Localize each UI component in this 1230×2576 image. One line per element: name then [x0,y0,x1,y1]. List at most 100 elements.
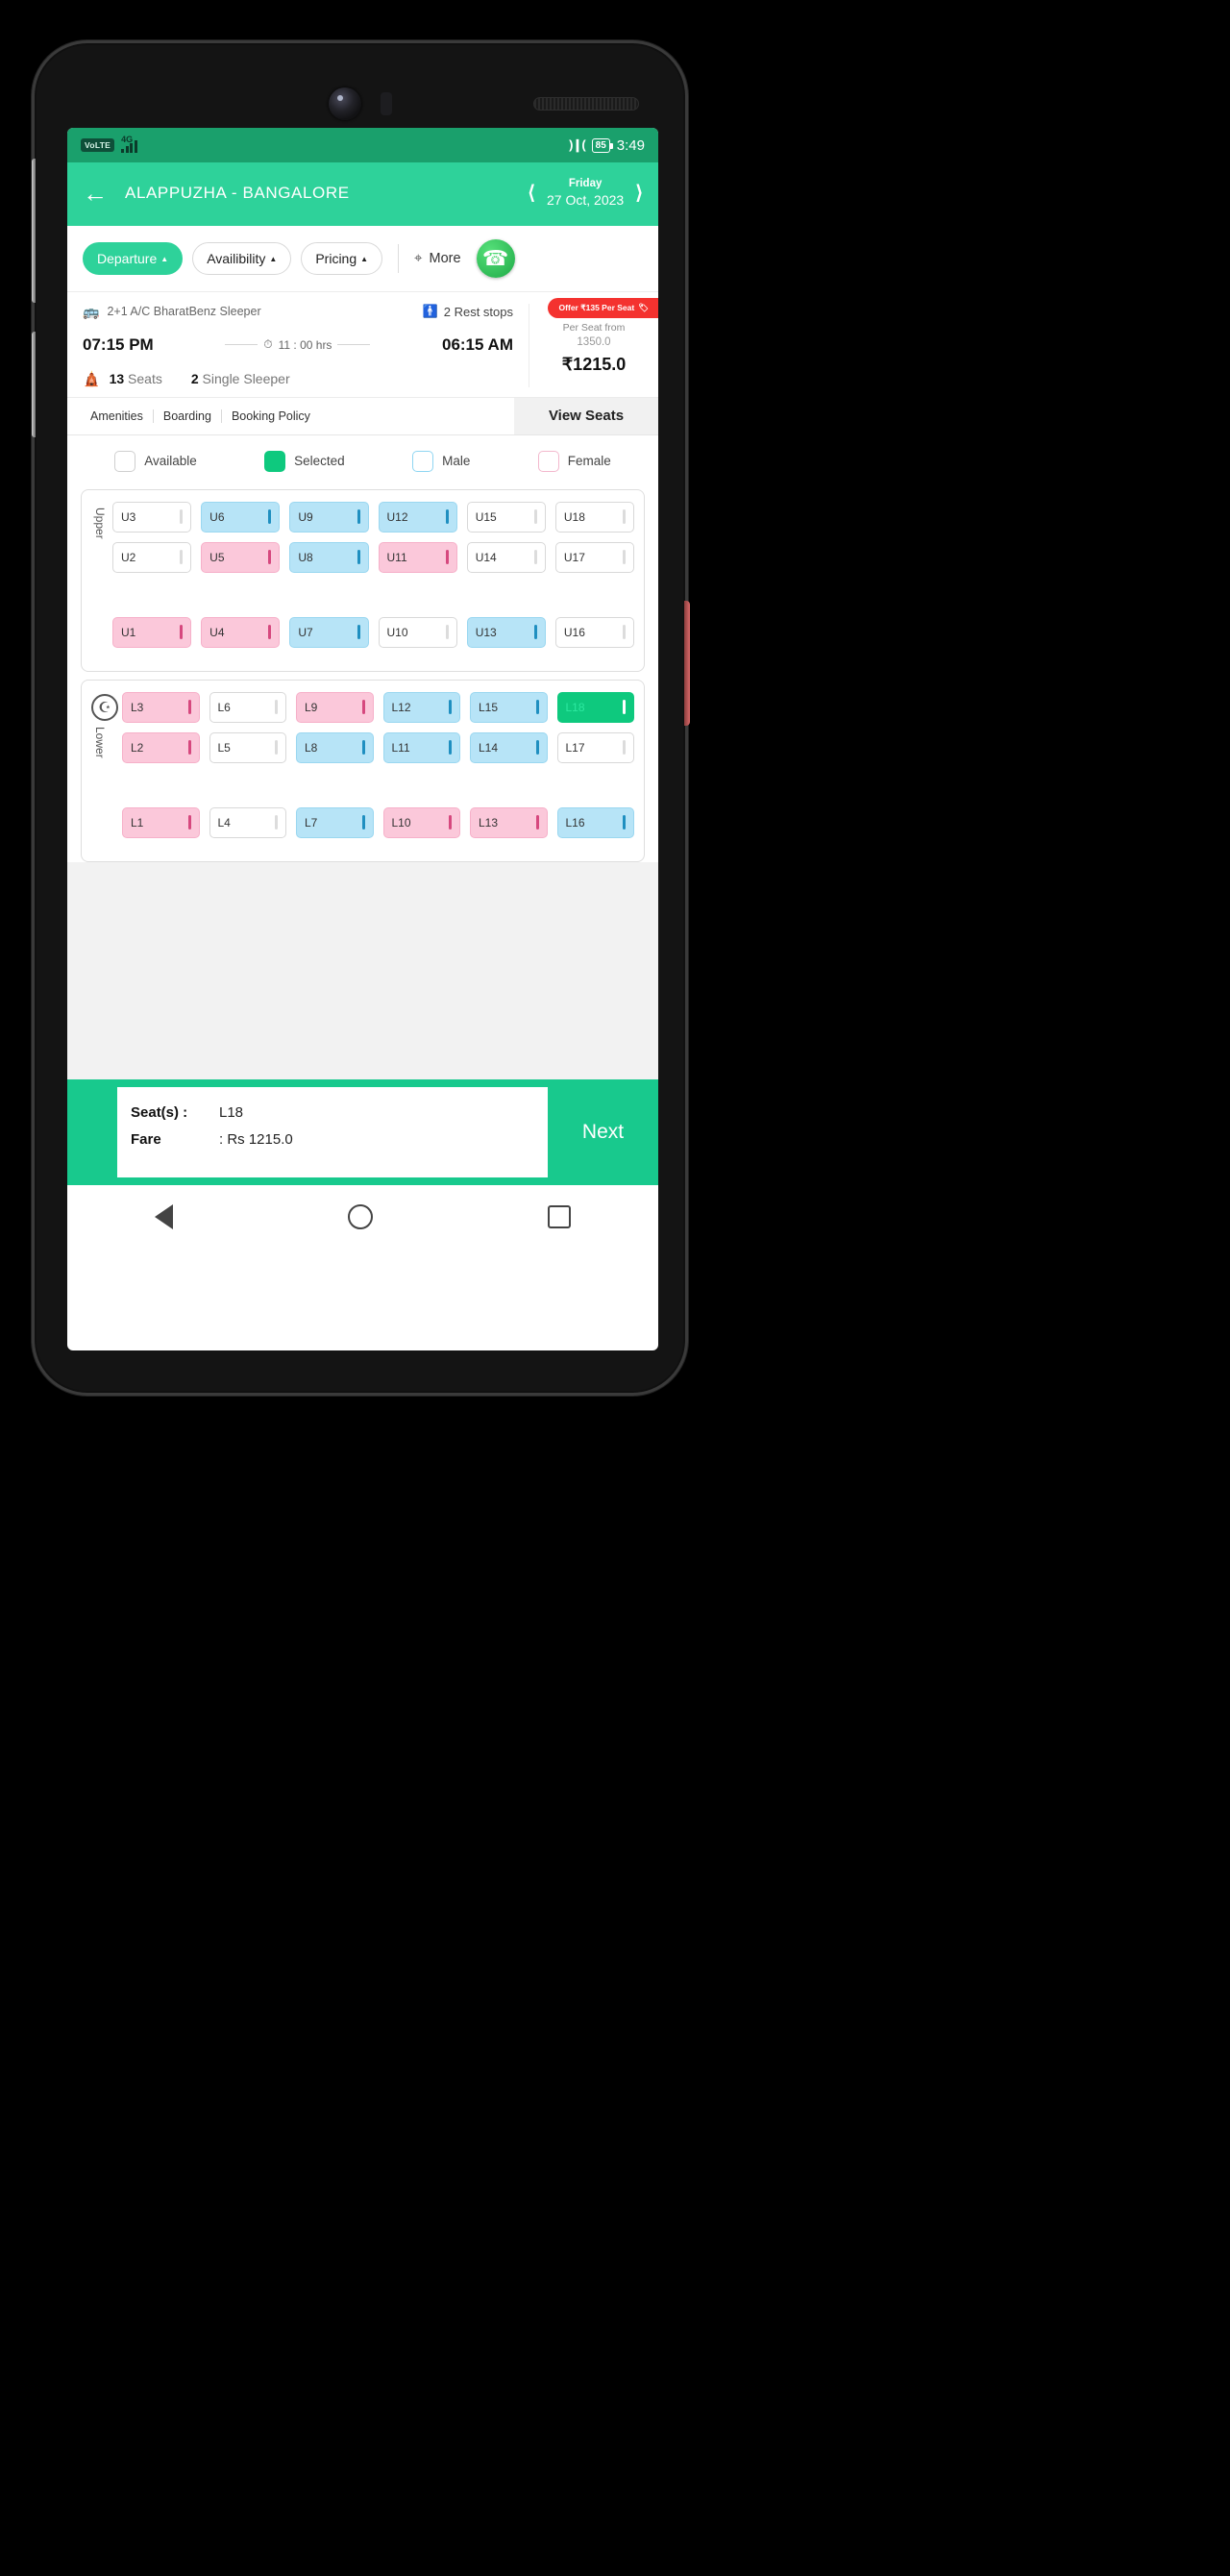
seat-label: U6 [209,509,225,524]
seat-u15[interactable]: U15 [466,501,546,533]
seat-l3[interactable]: L3 [122,691,200,723]
seat-l14[interactable]: L14 [470,731,548,763]
tab-amenities[interactable]: Amenities [81,409,154,423]
nav-back-icon[interactable] [155,1203,173,1229]
seat-label: L10 [391,815,411,830]
duration-dash-left [225,344,258,346]
seat-berth-bar-icon [357,509,360,525]
date-value-label: 27 Oct, 2023 [547,192,625,209]
seat-u4[interactable]: U4 [201,616,281,648]
fare-summary: Seat(s) : L18 Fare : Rs 1215.0 [117,1086,548,1177]
seat-l11[interactable]: L11 [382,731,460,763]
next-button[interactable]: Next [548,1079,658,1185]
seat-berth-bar-icon [187,740,191,755]
prev-day-icon[interactable]: ⟨ [528,181,535,205]
rest-stops-label: 2 Rest stops [443,304,513,319]
seat-l12[interactable]: L12 [382,691,460,723]
price-new-value: ₹1215.0 [561,354,627,374]
seat-label: U13 [475,625,497,639]
filter-chip-pricing[interactable]: Pricing ▲ [301,241,383,275]
seat-u18[interactable]: U18 [554,501,635,533]
seat-u3[interactable]: U3 [112,501,192,533]
seat-berth-bar-icon [268,509,272,525]
clock-label: 3:49 [616,136,645,154]
seat-u2[interactable]: U2 [112,541,192,573]
seat-l7[interactable]: L7 [296,806,374,838]
seat-label: U7 [298,625,313,639]
info-tabs: Amenities Boarding Booking Policy View S… [67,397,658,435]
view-seats-button[interactable]: View Seats [514,397,658,434]
seat-l16[interactable]: L16 [556,806,634,838]
seat-l13[interactable]: L13 [470,806,548,838]
seat-icon: 🛕 [83,370,101,387]
tab-booking-policy[interactable]: Booking Policy [222,409,320,423]
bus-result-card[interactable]: Offer ₹135 Per Seat 🏷 🚌 2+1 A/C BharatBe… [67,291,658,398]
chevron-up-icon: ▲ [269,255,278,264]
seat-berth-bar-icon [623,700,626,715]
seat-berth-bar-icon [533,625,537,640]
seat-l10[interactable]: L10 [382,806,460,838]
power-button[interactable] [684,601,690,726]
duration-dash-right [337,344,371,346]
next-day-icon[interactable]: ⟩ [635,181,643,205]
filter-chip-availibility[interactable]: Availibility ▲ [192,241,292,275]
legend-female-label: Female [567,454,611,469]
filter-chip-departure[interactable]: Departure ▲ [83,241,184,275]
nav-recents-icon[interactable] [548,1204,571,1228]
whatsapp-icon[interactable]: ☎ [476,238,515,278]
seat-label: U8 [298,550,313,564]
seat-l4[interactable]: L4 [209,806,286,838]
seat-l6[interactable]: L6 [209,691,286,723]
seat-u10[interactable]: U10 [378,616,457,648]
seat-label: L8 [305,740,318,755]
tab-boarding[interactable]: Boarding [154,409,222,423]
seat-u6[interactable]: U6 [201,501,281,533]
seat-label: U11 [386,550,407,564]
seat-label: L2 [131,740,144,755]
lower-deck-label: Lower [93,726,107,758]
seat-berth-bar-icon [445,509,449,525]
seat-u7[interactable]: U7 [289,616,369,648]
seat-label: L11 [391,740,410,755]
seat-u8[interactable]: U8 [289,541,369,573]
seat-l2[interactable]: L2 [122,731,200,763]
seat-berth-bar-icon [623,625,627,640]
seat-l8[interactable]: L8 [296,731,374,763]
seat-l5[interactable]: L5 [209,731,286,763]
network-type-label: 4G [121,135,134,144]
seat-berth-bar-icon [449,815,452,830]
more-filters-button[interactable]: ⌖ More [414,250,461,266]
offer-label: Offer ₹135 Per Seat [558,302,635,312]
seat-berth-bar-icon [268,625,272,640]
nav-home-icon[interactable] [348,1203,373,1229]
seat-label: L14 [479,740,499,755]
seat-u17[interactable]: U17 [554,541,635,573]
fare-key: Fare [131,1130,161,1148]
seat-l15[interactable]: L15 [470,691,548,723]
seat-u5[interactable]: U5 [201,541,281,573]
lower-deck-head: ☪ Lower [91,692,122,848]
back-arrow-icon[interactable]: ← [83,181,111,206]
seat-l1[interactable]: L1 [122,806,200,838]
steering-wheel-icon: ☪ [91,693,118,721]
seat-u11[interactable]: U11 [378,541,457,573]
seat-u9[interactable]: U9 [289,501,369,533]
seat-label: L7 [305,815,318,830]
chevron-up-icon: ▲ [160,255,169,264]
seat-u14[interactable]: U14 [466,541,546,573]
seat-u13[interactable]: U13 [466,616,546,648]
seat-u1[interactable]: U1 [112,616,192,648]
seat-row: L2 L5 L8 L11 L14 L17 [122,731,634,763]
seat-label: L18 [565,700,585,714]
seat-berth-bar-icon [533,550,537,565]
seat-u12[interactable]: U12 [378,501,457,533]
single-count-label: Single Sleeper [202,370,290,386]
seat-l17[interactable]: L17 [556,731,634,763]
seat-label: L9 [305,700,318,714]
seat-l9[interactable]: L9 [296,691,374,723]
seat-l18[interactable]: L18 [556,691,634,723]
seat-label: L15 [479,700,499,714]
single-count-value: 2 [190,370,199,386]
android-nav-bar [67,1184,658,1249]
seat-u16[interactable]: U16 [554,616,635,648]
